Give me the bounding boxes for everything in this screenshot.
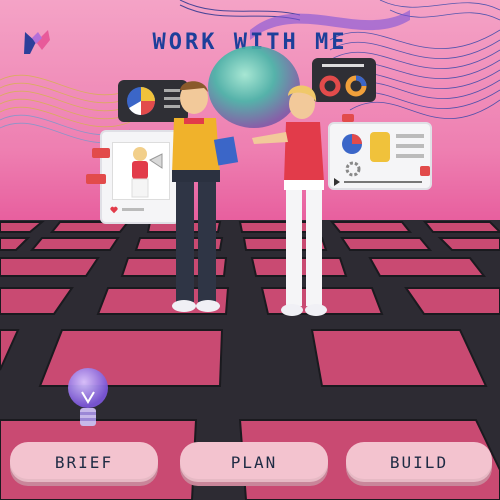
dashboard-panel	[328, 122, 432, 190]
pie-chart-icon	[342, 134, 362, 154]
poster-canvas: WORK WITH ME BRIEF PLAN BUILD	[0, 0, 500, 500]
heart-icon	[110, 206, 118, 214]
notification-badge	[342, 114, 354, 122]
notification-badge	[86, 174, 106, 184]
pie-chart-icon	[127, 87, 155, 115]
notification-badge	[92, 148, 110, 158]
megaphone-person-illustration	[131, 147, 163, 198]
video-progress-bar	[334, 178, 422, 186]
man-character	[172, 81, 239, 312]
lightbulb-icon	[68, 368, 108, 426]
notification-badge	[420, 166, 430, 176]
woman-character	[252, 85, 327, 316]
brief-button[interactable]: BRIEF	[10, 442, 158, 482]
gear-icon	[345, 161, 361, 177]
plan-button[interactable]: PLAN	[180, 442, 328, 482]
build-button[interactable]: BUILD	[346, 442, 492, 482]
